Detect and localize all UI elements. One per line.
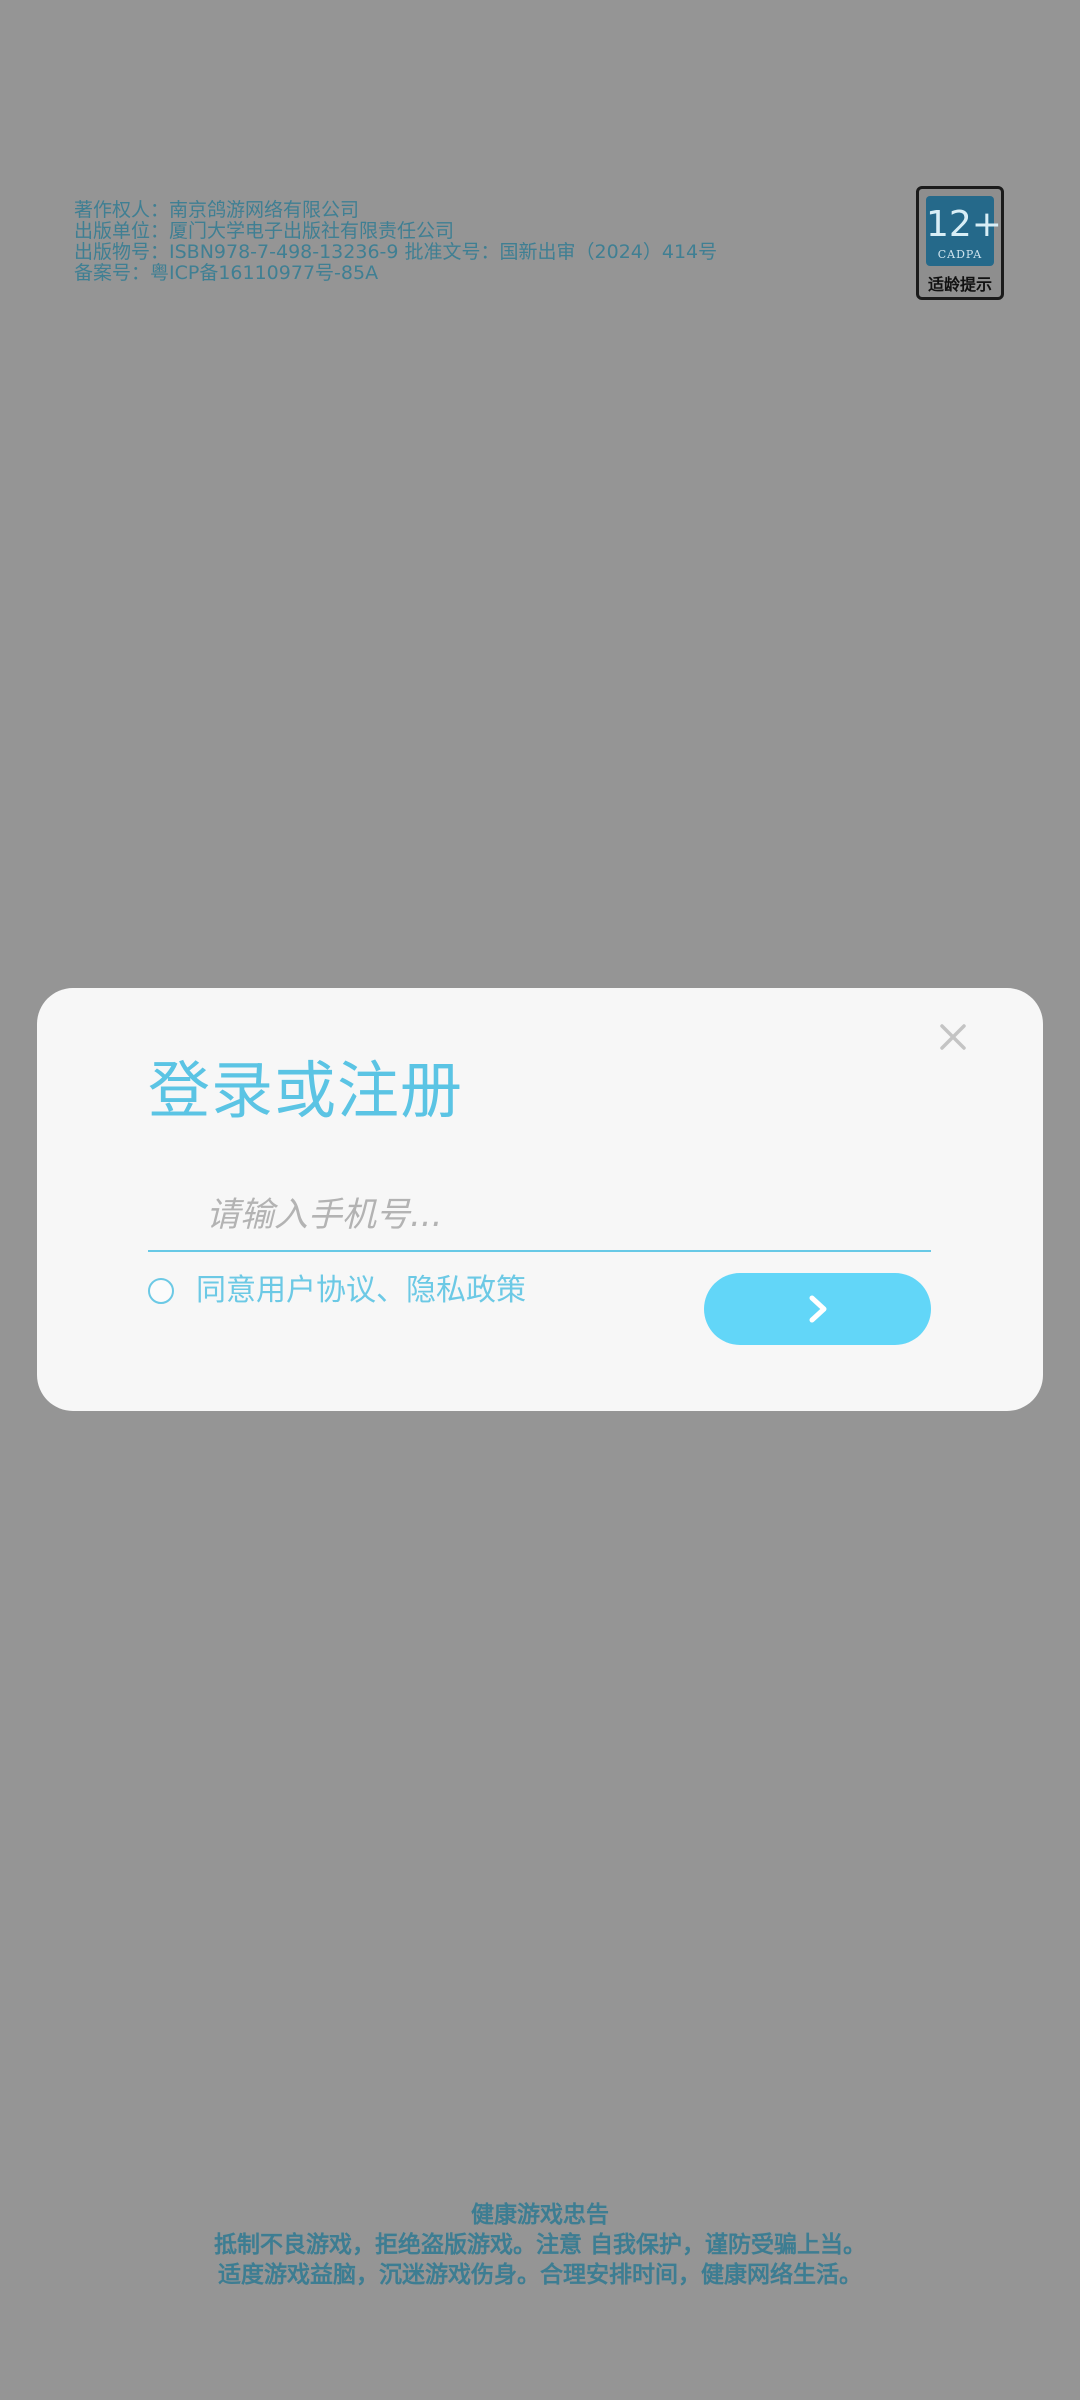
age-rating-value: 12+	[926, 204, 1002, 245]
age-rating-badge: 12+ CADPA 适龄提示	[916, 186, 1004, 300]
age-rating-tip: 适龄提示	[927, 275, 992, 294]
chevron-right-icon	[809, 1295, 827, 1323]
icp-record: 备案号：粤ICP备16110977号-85A	[74, 262, 379, 284]
age-rating-org: CADPA	[937, 248, 983, 261]
agree-radio[interactable]	[148, 1278, 174, 1304]
phone-input[interactable]	[148, 1180, 931, 1252]
publisher: 出版单位：厦门大学电子出版社有限责任公司	[74, 220, 455, 242]
copyright-holder: 著作权人：南京鸽游网络有限公司	[74, 199, 360, 221]
next-button[interactable]	[704, 1273, 931, 1345]
health-notice-line-1: 抵制不良游戏，拒绝盗版游戏。注意 自我保护，谨防受骗上当。	[213, 2232, 866, 2258]
age-rating-panel: 12+ CADPA	[926, 196, 1002, 266]
login-screen: 著作权人：南京鸽游网络有限公司 出版单位：厦门大学电子出版社有限责任公司 出版物…	[0, 0, 1080, 2400]
agree-label[interactable]: 同意用户协议、隐私政策	[196, 1270, 526, 1312]
dialog-title: 登录或注册	[148, 1054, 464, 1127]
publication-number: 出版物号：ISBN978-7-498-13236-9 批准文号：国新出审（202…	[74, 241, 718, 263]
health-notice-title: 健康游戏忠告	[471, 2202, 609, 2228]
close-icon-glyph	[940, 1024, 966, 1050]
health-notice-line-2: 适度游戏益脑，沉迷游戏伤身。合理安排时间，健康网络生活。	[218, 2262, 862, 2288]
close-icon[interactable]	[938, 1022, 968, 1052]
copyright-info: 著作权人：南京鸽游网络有限公司 出版单位：厦门大学电子出版社有限责任公司 出版物…	[74, 200, 717, 284]
health-notice: 健康游戏忠告 抵制不良游戏，拒绝盗版游戏。注意 自我保护，谨防受骗上当。 适度游…	[0, 2200, 1080, 2290]
